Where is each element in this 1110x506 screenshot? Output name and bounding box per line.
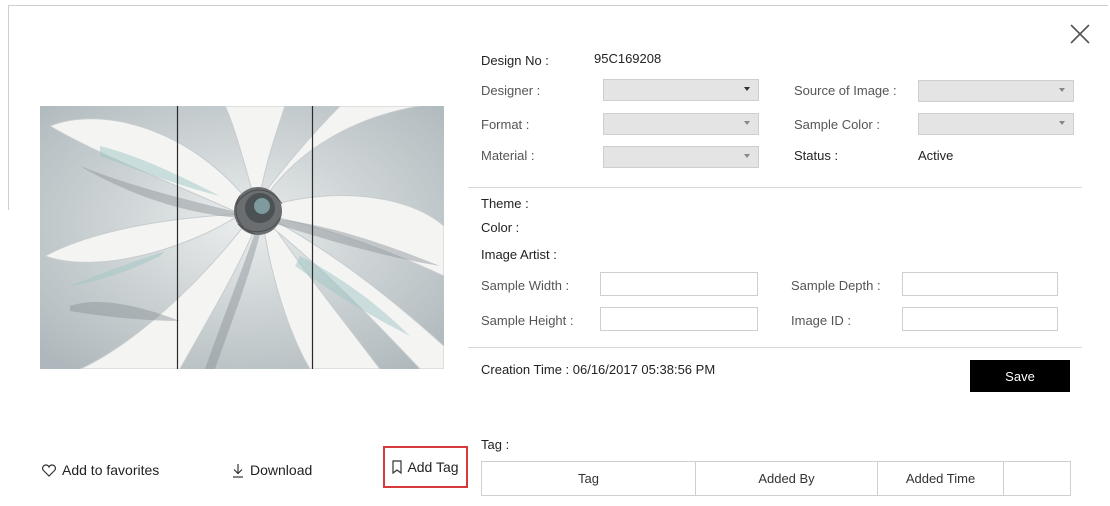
sample-height-label: Sample Height :	[481, 313, 574, 328]
design-no-label: Design No :	[481, 53, 549, 68]
bookmark-icon	[392, 460, 403, 474]
sample-height-input[interactable]	[600, 307, 758, 331]
dialog-top-border	[8, 5, 1108, 6]
download-label: Download	[250, 462, 313, 478]
source-of-image-label: Source of Image :	[794, 83, 897, 98]
add-to-favorites-label: Add to favorites	[62, 462, 160, 478]
image-id-label: Image ID :	[791, 313, 851, 328]
sample-depth-label: Sample Depth :	[791, 278, 881, 293]
heart-icon	[42, 463, 56, 477]
chevron-down-icon	[744, 121, 750, 125]
status-value: Active	[918, 148, 954, 163]
source-of-image-select[interactable]	[918, 80, 1074, 102]
image-id-input[interactable]	[902, 307, 1058, 331]
section-divider	[468, 187, 1082, 188]
chevron-down-icon	[1059, 88, 1065, 92]
column-header-actions	[1003, 461, 1071, 496]
add-tag-button[interactable]: Add Tag	[383, 446, 468, 488]
sample-color-label: Sample Color :	[794, 117, 880, 132]
sample-width-label: Sample Width :	[481, 278, 570, 293]
save-button[interactable]: Save	[970, 360, 1070, 392]
format-select[interactable]	[603, 113, 759, 135]
tag-table: Tag Added By Added Time	[481, 461, 1071, 496]
material-label: Material :	[481, 148, 535, 163]
add-to-favorites-button[interactable]: Add to favorites	[42, 461, 159, 479]
column-header-added-by[interactable]: Added By	[695, 461, 878, 496]
color-label: Color :	[481, 220, 520, 235]
theme-label: Theme :	[481, 196, 529, 211]
download-button[interactable]: Download	[232, 461, 312, 479]
chevron-down-icon	[1059, 121, 1065, 125]
design-no-value: 95C169208	[594, 51, 662, 66]
material-select[interactable]	[603, 146, 759, 168]
format-label: Format :	[481, 117, 530, 132]
tag-section-label: Tag :	[481, 437, 510, 452]
chevron-down-icon	[744, 87, 750, 91]
column-header-tag[interactable]: Tag	[481, 461, 696, 496]
section-divider	[468, 347, 1082, 348]
designer-label: Designer :	[481, 83, 541, 98]
column-header-added-time[interactable]: Added Time	[877, 461, 1004, 496]
designer-select[interactable]	[603, 79, 759, 101]
close-icon[interactable]	[1068, 22, 1092, 46]
chevron-down-icon	[744, 154, 750, 158]
add-tag-label: Add Tag	[407, 459, 459, 475]
sample-width-input[interactable]	[600, 272, 758, 296]
dialog-left-border	[8, 5, 9, 210]
painting-image	[40, 106, 444, 369]
status-label: Status :	[794, 148, 839, 163]
image-artist-label: Image Artist :	[481, 247, 557, 262]
table-header-row: Tag Added By Added Time	[481, 461, 1071, 496]
sample-color-select[interactable]	[918, 113, 1074, 135]
sample-depth-input[interactable]	[902, 272, 1058, 296]
creation-time-label: Creation Time : 06/16/2017 05:38:56 PM	[481, 362, 716, 377]
download-icon	[232, 463, 244, 478]
